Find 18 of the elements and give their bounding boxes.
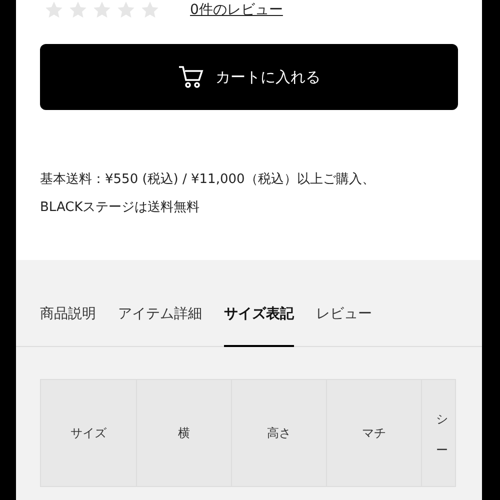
tab[interactable]: 商品説明 xyxy=(40,300,96,347)
tab[interactable]: サイズ表記 xyxy=(224,300,294,347)
tab[interactable]: レビュー xyxy=(316,300,372,347)
star-icon xyxy=(140,0,160,20)
column-header: シー xyxy=(421,380,455,486)
column-header: 横 xyxy=(136,380,231,486)
column-header: サイズ xyxy=(70,425,108,442)
column-header: マチ xyxy=(326,380,421,486)
review-link[interactable]: 0件のレビュー xyxy=(190,0,283,20)
add-to-cart-button[interactable]: カートに入れる xyxy=(40,44,458,110)
cart-icon xyxy=(178,65,204,89)
star-icon xyxy=(92,0,112,20)
star-icon xyxy=(44,0,64,20)
tab[interactable]: アイテム詳細 xyxy=(118,300,202,347)
column-header: 高さ xyxy=(231,380,326,486)
star-icon xyxy=(68,0,88,20)
shipping-note: 基本送料：¥550 (税込) / ¥11,000（税込）以上ご購入、BLACKステージは送料無料 xyxy=(40,171,376,217)
star-icon xyxy=(116,0,136,20)
